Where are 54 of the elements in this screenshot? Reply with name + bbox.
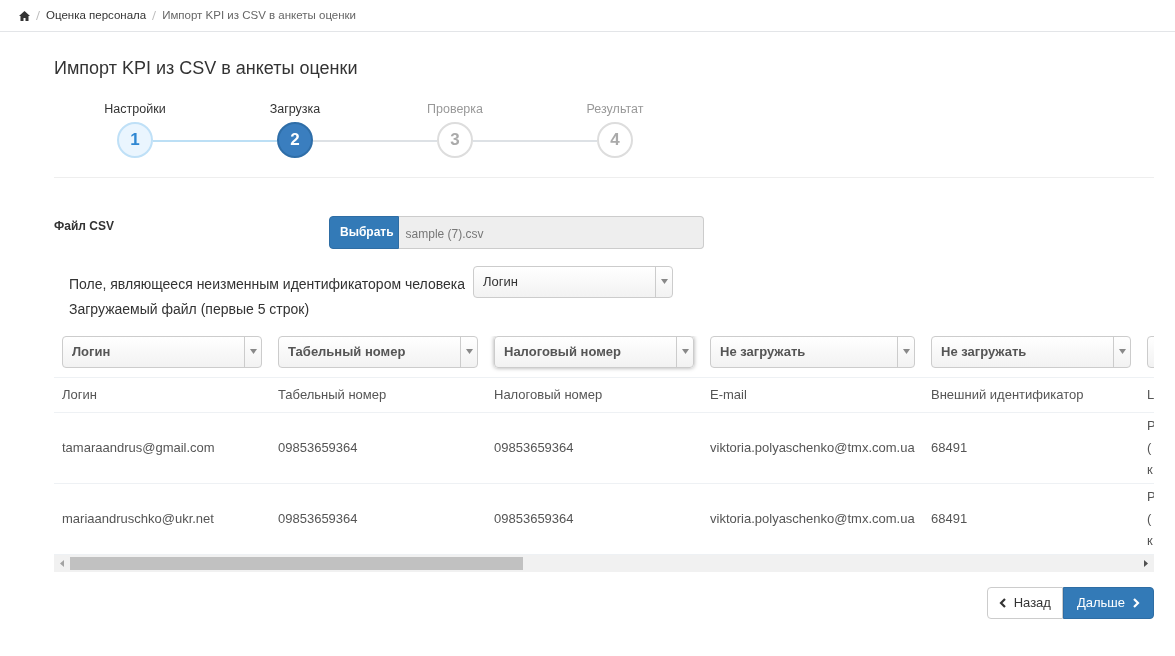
chevron-left-icon — [998, 597, 1006, 608]
table-cell-text: ( — [1147, 509, 1153, 528]
table-cell: tamaraandrus@gmail.com — [54, 412, 270, 484]
column-header: Налоговый номер — [486, 377, 702, 413]
identifier-select[interactable]: Логин — [473, 265, 673, 298]
home-icon[interactable] — [19, 10, 30, 21]
step-circle[interactable]: 2 — [277, 121, 313, 158]
column-header: Табельный номер — [270, 377, 486, 413]
column-header: L — [1139, 377, 1154, 413]
section-label: Загружаемый файл (первые 5 строк) — [68, 299, 311, 319]
column-select[interactable]: Не загружать — [710, 335, 915, 368]
column-select[interactable]: Не загружать — [931, 335, 1131, 368]
breadcrumb-current: Импорт KPI из CSV в анкеты оценки — [162, 7, 357, 23]
caret-icon — [249, 349, 257, 355]
choose-file-button[interactable]: Выбрать — [329, 215, 399, 249]
chevron-right-icon — [1133, 597, 1140, 608]
back-button[interactable]: Назад — [986, 586, 1063, 619]
step-label: Проверка — [426, 101, 484, 118]
breadcrumb-separator — [36, 11, 40, 20]
table-cell: 09853659364 — [270, 483, 486, 555]
next-button[interactable]: Дальше — [1062, 586, 1154, 619]
breadcrumb-separator — [152, 11, 157, 20]
column-header: Внешний идентификатор — [923, 377, 1139, 413]
file-name-field[interactable]: sample (7).csv — [398, 215, 704, 249]
table-cell: viktoria.polyaschenko@tmx.com.ua — [702, 483, 923, 555]
table-cell-text: к — [1147, 531, 1154, 550]
scroll-right-icon[interactable] — [1144, 559, 1148, 567]
table-cell: 09853659364 — [486, 412, 702, 484]
caret-icon — [681, 349, 689, 355]
caret-icon — [465, 349, 473, 355]
step-label: Результат — [585, 101, 645, 118]
table-cell: viktoria.polyaschenko@tmx.com.ua — [702, 412, 923, 484]
column-header: Логин — [54, 377, 270, 413]
table-cell: 09853659364 — [486, 483, 702, 555]
table-cell-text: к — [1147, 460, 1154, 479]
breadcrumb-link[interactable]: Оценка персонала — [46, 6, 147, 25]
caret-icon — [1118, 349, 1126, 355]
table-cell: 09853659364 — [270, 412, 486, 484]
table-cell: 68491 — [923, 483, 1139, 555]
table-cell-text: ( — [1147, 438, 1153, 457]
page-title: Импорт KPI из CSV в анкеты оценки — [54, 58, 359, 80]
column-header: E-mail — [702, 377, 923, 413]
column-select[interactable]: Налоговый номер — [494, 335, 694, 368]
field-label: Файл CSV — [54, 217, 115, 235]
caret-icon — [902, 349, 910, 355]
scroll-left-icon[interactable] — [60, 559, 64, 567]
field-label: Поле, являющееся неизменным идентификатором человека — [69, 274, 466, 294]
column-select[interactable]: Табельный номер — [278, 335, 478, 368]
table-cell: mariaandruschko@ukr.net — [54, 483, 270, 555]
table-cell: 68491 — [923, 412, 1139, 484]
step-label: Настройки — [103, 101, 167, 118]
column-select[interactable]: Логин — [62, 335, 262, 368]
caret-icon — [660, 279, 668, 285]
step-label: Загрузка — [268, 101, 322, 118]
